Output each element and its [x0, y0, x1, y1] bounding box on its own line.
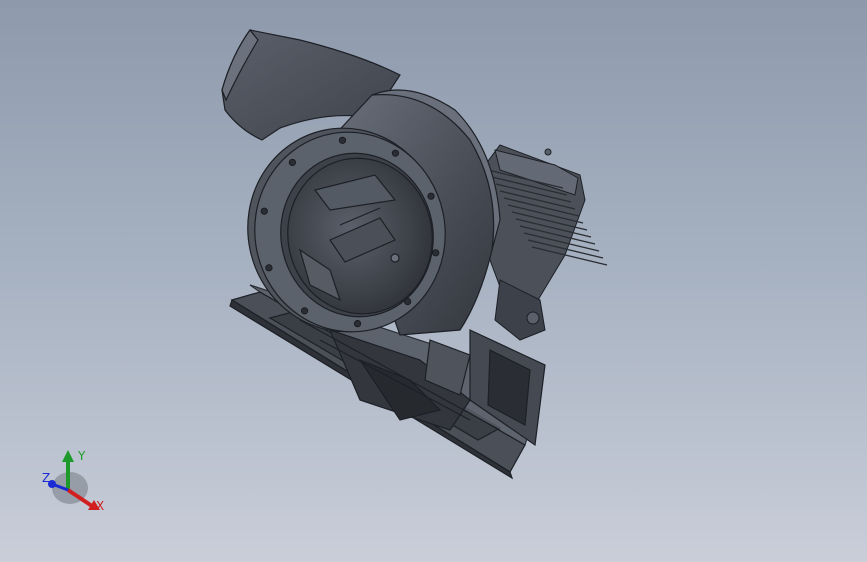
- engine-cylinder: [484, 144, 608, 341]
- flange-bolt: [432, 249, 440, 257]
- flange-bolt: [265, 264, 273, 272]
- flange-bolt: [260, 207, 268, 215]
- flange-bolt: [288, 158, 296, 167]
- flange-bolt: [404, 297, 412, 306]
- flange-bolt: [427, 192, 435, 200]
- flange-bolt: [391, 149, 400, 157]
- 3d-model-blower-engine-assembly[interactable]: [0, 0, 867, 562]
- graphics-viewport[interactable]: Y X Z: [0, 0, 867, 562]
- orientation-triad: Y X Z: [42, 449, 104, 513]
- flange-bolt: [338, 136, 347, 144]
- x-axis-label: X: [96, 499, 104, 513]
- y-axis-label: Y: [77, 449, 86, 463]
- z-axis-label: Z: [42, 471, 50, 485]
- flange-bolt: [353, 320, 362, 328]
- flange-bolt: [300, 307, 309, 315]
- y-axis-arrowhead: [62, 450, 74, 462]
